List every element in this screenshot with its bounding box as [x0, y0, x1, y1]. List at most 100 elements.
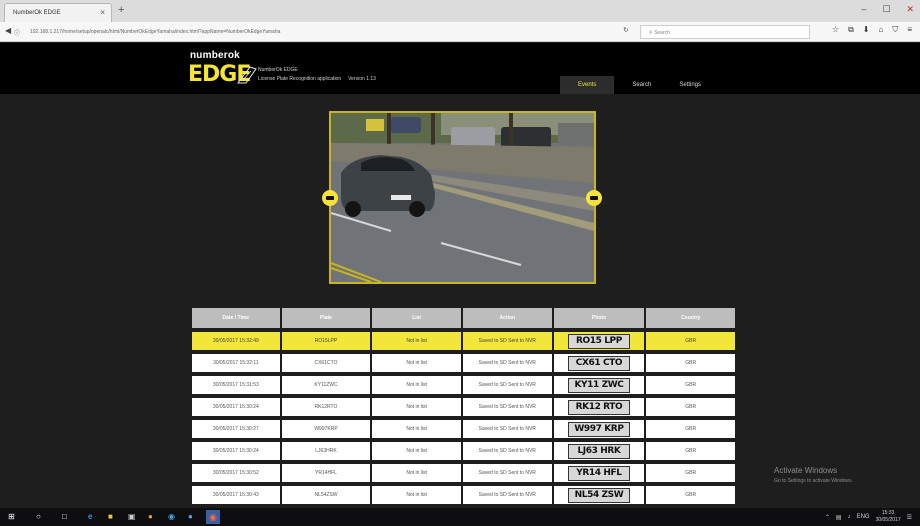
new-tab-button[interactable]: + [118, 5, 124, 16]
close-tab-icon[interactable]: × [100, 8, 105, 17]
row-datetime: 30/05/2017 15:30:24 [192, 398, 280, 416]
tab-events[interactable]: Events [560, 76, 615, 94]
row-action: Saved to SD Sent to NVR [462, 420, 552, 438]
table-header-row: Date / Time Plate List Action Photo Coun… [192, 308, 735, 328]
row-action: Saved to SD Sent to NVR [462, 464, 552, 482]
row-list: Not in list [372, 420, 461, 438]
row-photo: RO15 LPP [553, 332, 645, 350]
tab-settings[interactable]: Settings [669, 76, 711, 94]
row-photo: RK12 RTO [553, 398, 645, 416]
plate-photo[interactable]: W997 KRP [567, 421, 630, 437]
table-row[interactable]: 30/05/2017 15:30:27 W997KRP Not in list … [192, 420, 735, 438]
url-bar[interactable]: 192.168.1.217/home/setup/openalc/html/Nu… [22, 25, 620, 39]
table-row[interactable]: 30/05/2017 15:30:24 LJ63HRK Not in list … [192, 442, 735, 460]
clock-time: 15:33 [881, 510, 895, 516]
camera-scene-image [331, 113, 594, 282]
table-row[interactable]: 30/05/2017 15:32:49 RO15LPP Not in list … [192, 332, 735, 350]
plate-photo[interactable]: CX61 CTO [567, 355, 630, 371]
firefox-icon[interactable]: ● [148, 512, 153, 521]
network-icon[interactable]: ▤ [836, 514, 842, 521]
row-plate: W997KRP [281, 420, 371, 438]
row-action: Saved to SD Sent to NVR [462, 442, 552, 460]
row-list: Not in list [372, 354, 461, 372]
plate-photo[interactable]: NL54 ZSW [567, 487, 630, 503]
pocket-icon[interactable]: ⛉ [892, 25, 898, 35]
window-controls: – ☐ ✕ [861, 4, 914, 15]
search-placeholder: Search [654, 30, 670, 36]
download-icon[interactable]: ⬇ [863, 25, 870, 35]
home-icon[interactable]: ⌂ [878, 25, 883, 35]
table-row[interactable]: 30/05/2017 15:30:43 NL54ZSW Not in list … [192, 486, 735, 504]
row-country: GBR [646, 332, 735, 350]
column-header-photo: Photo [553, 308, 645, 328]
row-country: GBR [646, 486, 735, 504]
search-icon: ⚲ [649, 30, 653, 36]
activate-windows-watermark: Activate Windows Go to Settings to activ… [774, 466, 853, 484]
edge-browser-icon[interactable]: e [88, 512, 92, 521]
system-clock[interactable]: 15:33 30/05/2017 [876, 510, 901, 524]
site-info-icon[interactable]: ⓘ [14, 28, 20, 37]
row-datetime: 30/05/2017 15:30:43 [192, 486, 280, 504]
plate-photo[interactable]: YR14 HFL [567, 465, 630, 481]
row-plate: CX61CTO [281, 354, 371, 372]
menu-icon[interactable]: ≡ [907, 25, 912, 35]
app-header: numberok EDGE NumberOk EDGE License Plat… [0, 43, 920, 94]
row-country: GBR [646, 398, 735, 416]
plate-photo[interactable]: LJ63 HRK [567, 443, 630, 459]
row-datetime: 30/05/2017 15:30:52 [192, 464, 280, 482]
browser-tab[interactable]: NumberOk EDGE × [4, 3, 112, 22]
back-icon[interactable]: ◀ [5, 26, 11, 35]
minimize-icon[interactable]: – [861, 4, 866, 15]
windows-start-icon[interactable]: ⊞ [8, 512, 15, 521]
file-explorer-icon[interactable]: ■ [108, 512, 113, 521]
row-list: Not in list [372, 332, 461, 350]
row-action: Saved to SD Sent to NVR [462, 354, 552, 372]
logo-swoosh-icon [237, 66, 257, 84]
column-header-plate: Plate [281, 308, 371, 328]
row-photo: LJ63 HRK [553, 442, 645, 460]
language-indicator[interactable]: ENG [857, 514, 870, 520]
column-header-list: List [372, 308, 461, 328]
row-plate: YR14HFL [281, 464, 371, 482]
active-app-icon[interactable]: ◉ [206, 510, 220, 524]
chrome-icon[interactable]: ◉ [168, 512, 175, 521]
column-header-datetime: Date / Time [192, 308, 280, 328]
search-box[interactable]: ⚲ Search [640, 25, 810, 39]
row-plate: NL54ZSW [281, 486, 371, 504]
reader-icon[interactable]: ⧉ [848, 25, 854, 35]
reload-icon[interactable]: ↻ [623, 26, 629, 34]
search-taskbar-icon[interactable]: ○ [36, 512, 41, 521]
table-row[interactable]: 30/05/2017 15:31:53 KY11ZWC Not in list … [192, 376, 735, 394]
next-event-arrow-icon[interactable] [586, 190, 602, 206]
bookmark-star-icon[interactable]: ☆ [832, 25, 839, 35]
row-list: Not in list [372, 398, 461, 416]
row-photo: YR14 HFL [553, 464, 645, 482]
row-photo: W997 KRP [553, 420, 645, 438]
close-window-icon[interactable]: ✕ [906, 4, 914, 15]
logo-numberok-text: numberok [190, 50, 240, 61]
row-datetime: 30/05/2017 15:30:24 [192, 442, 280, 460]
browser-nav-bar: ◀ ⓘ 192.168.1.217/home/setup/openalc/htm… [0, 22, 920, 42]
row-datetime: 30/05/2017 15:32:11 [192, 354, 280, 372]
plate-photo[interactable]: RO15 LPP [567, 333, 630, 349]
volume-icon[interactable]: ♪ [848, 514, 851, 520]
task-view-icon[interactable]: □ [62, 512, 67, 521]
tab-search[interactable]: Search [622, 76, 661, 94]
app-description: License Plate Recognition application [258, 76, 342, 82]
table-row[interactable]: 30/05/2017 15:32:11 CX61CTO Not in list … [192, 354, 735, 372]
store-icon[interactable]: ▣ [128, 512, 136, 521]
table-row[interactable]: 30/05/2017 15:30:52 YR14HFL Not in list … [192, 464, 735, 482]
notifications-icon[interactable]: ☰ [907, 514, 912, 521]
tray-chevron-icon[interactable]: ⌃ [825, 514, 830, 521]
app-tabs: Events Search Settings [560, 76, 719, 94]
row-datetime: 30/05/2017 15:30:27 [192, 420, 280, 438]
previous-event-arrow-icon[interactable] [322, 190, 338, 206]
table-row[interactable]: 30/05/2017 15:30:24 RK12RTO Not in list … [192, 398, 735, 416]
row-list: Not in list [372, 464, 461, 482]
plate-photo[interactable]: RK12 RTO [567, 399, 630, 415]
media-player-icon[interactable]: ● [188, 512, 193, 521]
maximize-icon[interactable]: ☐ [882, 4, 890, 15]
row-action: Saved to SD Sent to NVR [462, 332, 552, 350]
browser-tab-bar: NumberOk EDGE × + – ☐ ✕ [0, 0, 920, 22]
plate-photo[interactable]: KY11 ZWC [567, 377, 630, 393]
